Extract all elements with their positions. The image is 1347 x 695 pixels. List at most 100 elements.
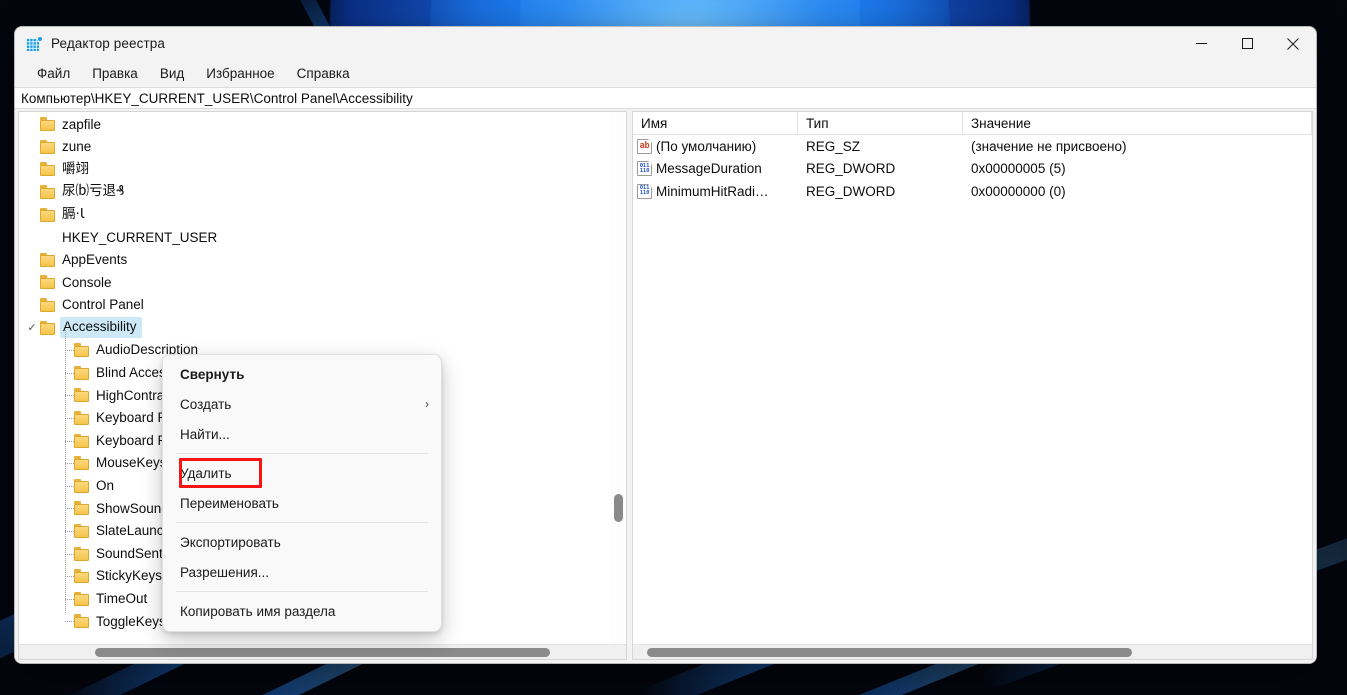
folder-icon	[40, 207, 57, 222]
tree-node[interactable]: 尿⒝亏退₰	[19, 181, 611, 204]
value-row[interactable]: 011 110 MessageDuration REG_DWORD 0x0000000…	[633, 158, 1312, 181]
context-menu-item[interactable]: Переименовать	[163, 488, 441, 518]
values-column-headers: Имя Тип Значение	[633, 112, 1312, 135]
value-name-cell: 011 110 MessageDuration	[633, 161, 798, 177]
value-row[interactable]: ab (По умолчанию) REG_SZ (значение не присв…	[633, 135, 1312, 158]
value-name-cell: ab (По умолчанию)	[633, 138, 798, 154]
registry-editor-window: Редактор реестра Файл Правка Вид Избранн…	[14, 26, 1317, 664]
context-menu-item[interactable]: Экспортировать	[163, 527, 441, 557]
column-header-type[interactable]: Тип	[798, 112, 963, 134]
tree-node[interactable]: AppEvents	[19, 249, 611, 272]
tree-vscroll-thumb[interactable]	[614, 494, 623, 522]
registry-values-pane: Имя Тип Значение ab (По умолчанию) REG_SZ (…	[632, 111, 1313, 660]
folder-icon	[40, 162, 57, 177]
folder-icon	[74, 411, 91, 426]
window-title: Редактор реестра	[51, 36, 165, 51]
tree-node[interactable]: HKEY_CURRENT_USER	[19, 226, 611, 249]
reg-dword-icon: 011 110	[637, 161, 652, 177]
value-name-text: (По умолчанию)	[656, 138, 757, 154]
folder-icon	[74, 546, 91, 561]
value-type-cell: REG_SZ	[806, 138, 861, 154]
tree-node-label: ToggleKeys	[96, 613, 166, 629]
menu-item-favorites[interactable]: Избранное	[197, 64, 283, 83]
value-data-cell: 0x00000000 (0)	[971, 183, 1066, 199]
reg-sz-icon: ab	[637, 138, 652, 154]
context-menu-item-label: Копировать имя раздела	[180, 603, 336, 619]
folder-icon	[40, 117, 57, 132]
registry-key-context-menu[interactable]: Свернуть Создать › Найти... Удалить Переимено…	[162, 354, 442, 632]
tree-node-label: 嚼翊	[62, 160, 89, 177]
context-menu-item[interactable]: Удалить	[163, 458, 441, 488]
value-name-cell: 011 110 MinimumHitRadi…	[633, 183, 798, 199]
folder-icon	[74, 456, 91, 471]
values-scroll-area: ab (По умолчанию) REG_SZ (значение не присв…	[633, 135, 1312, 644]
tree-hscroll-thumb[interactable]	[95, 648, 550, 657]
chevron-right-icon: ›	[425, 397, 429, 411]
folder-icon	[74, 365, 91, 380]
column-header-name[interactable]: Имя	[633, 112, 798, 134]
values-hscroll-thumb[interactable]	[647, 648, 1132, 657]
tree-node[interactable]: Console	[19, 271, 611, 294]
tree-vertical-scrollbar[interactable]	[611, 112, 626, 644]
context-menu-item[interactable]: Создать ›	[163, 389, 441, 419]
context-menu-item[interactable]: Найти...	[163, 419, 441, 449]
value-name-text: MessageDuration	[656, 161, 762, 177]
context-menu-separator	[176, 591, 428, 592]
tree-node-label: On	[96, 478, 115, 494]
context-menu-item[interactable]: Свернуть	[163, 359, 441, 389]
tree-horizontal-scrollbar[interactable]	[19, 644, 626, 659]
context-menu-item[interactable]: Разрешения...	[163, 557, 441, 587]
tree-node[interactable]: zapfile	[19, 113, 611, 136]
value-type-cell: REG_DWORD	[806, 183, 896, 199]
folder-icon	[40, 320, 57, 335]
menu-item-view[interactable]: Вид	[151, 64, 193, 83]
minimize-button[interactable]	[1178, 27, 1224, 60]
value-type-cell: REG_DWORD	[806, 161, 896, 177]
values-horizontal-scrollbar[interactable]	[633, 644, 1312, 659]
title-bar[interactable]: Редактор реестра	[15, 27, 1316, 60]
value-row[interactable]: 011 110 MinimumHitRadi… REG_DWORD 0x0000000…	[633, 180, 1312, 203]
context-menu-item-label: Экспортировать	[180, 534, 281, 550]
value-name-text: MinimumHitRadi…	[656, 183, 769, 199]
folder-icon	[40, 185, 57, 200]
registry-path-text: Компьютер\HKEY_CURRENT_USER\Control Pane…	[21, 90, 413, 106]
tree-node-label: 膈·Ɩ	[62, 205, 85, 222]
menu-item-file[interactable]: Файл	[28, 64, 79, 83]
close-button[interactable]	[1270, 27, 1316, 60]
tree-node-label: Console	[62, 274, 112, 290]
tree-node-label: AppEvents	[62, 252, 128, 268]
tree-node-label: StickyKeys	[96, 568, 163, 584]
folder-icon	[40, 252, 57, 267]
tree-node[interactable]: Control Panel	[19, 294, 611, 317]
tree-node-label: HKEY_CURRENT_USER	[62, 229, 218, 245]
folder-icon	[74, 591, 91, 606]
tree-node-label: Control Panel	[62, 297, 144, 313]
tree-node[interactable]: zune	[19, 136, 611, 159]
window-controls	[1178, 27, 1316, 60]
address-bar[interactable]: Компьютер\HKEY_CURRENT_USER\Control Pane…	[15, 87, 1316, 109]
folder-icon	[74, 501, 91, 516]
menu-item-edit[interactable]: Правка	[83, 64, 147, 83]
values-list[interactable]: ab (По умолчанию) REG_SZ (значение не присв…	[633, 135, 1312, 203]
tree-node[interactable]: 膈·Ɩ	[19, 203, 611, 226]
menu-item-help[interactable]: Справка	[288, 64, 359, 83]
folder-icon	[40, 298, 57, 313]
tree-collapse-icon[interactable]: ✓	[24, 321, 40, 334]
context-menu-item-label: Найти...	[180, 426, 230, 442]
context-menu-item[interactable]: Копировать имя раздела	[163, 596, 441, 626]
context-menu-item-label: Удалить	[180, 465, 232, 481]
folder-icon	[74, 523, 91, 538]
tree-guide-line	[65, 330, 66, 613]
tree-node[interactable]: 嚼翊	[19, 158, 611, 181]
folder-icon	[74, 478, 91, 493]
column-header-value[interactable]: Значение	[963, 112, 1312, 134]
registry-editor-icon	[26, 35, 43, 52]
tree-node-label: MouseKeys	[96, 455, 167, 471]
folder-icon	[74, 388, 91, 403]
tree-node-label: Accessibility	[60, 317, 142, 338]
maximize-button[interactable]	[1224, 27, 1270, 60]
folder-icon	[74, 569, 91, 584]
context-menu-item-label: Переименовать	[180, 495, 279, 511]
tree-node-label: 尿⒝亏退₰	[62, 183, 125, 200]
tree-node[interactable]: ✓ Accessibility	[19, 316, 611, 339]
